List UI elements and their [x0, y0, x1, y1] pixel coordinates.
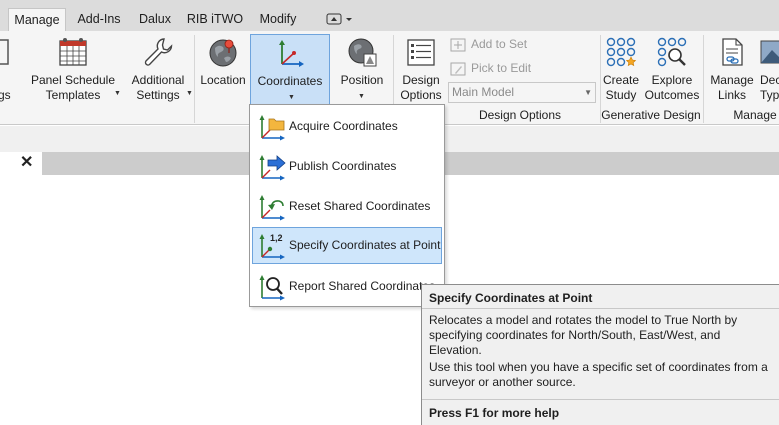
- tab-dalux[interactable]: Dalux: [132, 8, 178, 31]
- ribbon-separator: [703, 35, 704, 123]
- panel-schedule-icon: [59, 38, 87, 66]
- globe-pin-icon: [209, 39, 237, 67]
- position-button[interactable]: Position ▼: [334, 34, 390, 105]
- manage-links-label-1: Manage: [710, 73, 754, 87]
- partial-settings-icon: [0, 39, 9, 65]
- ribbon-separator: [194, 35, 195, 123]
- panel-label-design-options: Design Options: [478, 108, 562, 122]
- partial-right-button[interactable]: Dec Typ: [758, 34, 779, 105]
- specify-coordinates-icon: 1,2: [259, 233, 285, 260]
- tab-manage[interactable]: Manage: [8, 8, 66, 31]
- tab-rib-itwo[interactable]: RIB iTWO: [182, 8, 248, 31]
- reset-coordinates-label: Reset Shared Coordinates: [289, 199, 431, 213]
- manage-links-label-2: Links: [717, 88, 746, 102]
- explore-outcomes-icon: [657, 37, 687, 67]
- coordinates-label: Coordinates: [257, 74, 323, 88]
- chevron-down-icon: ▼: [358, 93, 365, 100]
- panel-schedule-label-1: Panel Schedule: [30, 73, 116, 87]
- tooltip-specify-coordinates: Specify Coordinates at Point Relocates a…: [421, 284, 779, 425]
- chevron-down-icon: ▼: [114, 90, 121, 97]
- create-study-button[interactable]: Create Study: [601, 34, 641, 105]
- menu-item-acquire-coordinates[interactable]: Acquire Coordinates: [252, 108, 442, 145]
- partial-right-label-1: Dec: [760, 73, 779, 87]
- panel-label-generative-design: Generative Design: [601, 108, 701, 122]
- tooltip-help-hint: Press F1 for more help: [429, 406, 560, 420]
- coordinates-dropdown-menu: Acquire Coordinates Publish Coordinates …: [249, 104, 445, 307]
- pick-to-edit-icon: [450, 62, 466, 76]
- manage-links-button[interactable]: Manage Links: [706, 34, 758, 105]
- tab-modify[interactable]: Modify: [252, 8, 304, 31]
- tooltip-divider: [422, 308, 779, 309]
- additional-settings-button[interactable]: Additional Settings ▼: [124, 34, 193, 105]
- add-to-set-icon: [450, 38, 466, 52]
- publish-coordinates-icon: [259, 155, 286, 181]
- report-coordinates-icon: [259, 275, 285, 301]
- chevron-down-icon: ▼: [186, 90, 193, 97]
- panel-label-manage: Manage: [733, 108, 777, 122]
- acquire-coordinates-icon: [259, 115, 285, 141]
- create-study-label-1: Create: [602, 73, 640, 87]
- partial-right-label-2: Typ: [760, 88, 779, 102]
- location-label: Location: [200, 73, 246, 87]
- manage-links-icon: [722, 38, 743, 66]
- design-options-icon: [407, 39, 435, 66]
- wrench-icon: [144, 38, 173, 66]
- specify-coordinates-label: Specify Coordinates at Point: [289, 238, 441, 252]
- partial-left-button[interactable]: gs: [0, 34, 18, 105]
- location-button[interactable]: Location: [197, 34, 249, 105]
- panel-schedule-templates-button[interactable]: Panel Schedule Templates ▼: [26, 34, 121, 105]
- add-to-set-button[interactable]: Add to Set: [450, 34, 527, 54]
- reset-coordinates-icon: [259, 195, 285, 221]
- explore-outcomes-label-1: Explore: [651, 73, 693, 87]
- tooltip-description: Relocates a model and rotates the model …: [429, 313, 738, 357]
- coordinates-button[interactable]: Coordinates ▼: [250, 34, 330, 105]
- coordinates-axes-icon: [279, 40, 304, 67]
- position-globe-icon: [348, 38, 377, 67]
- panel-schedule-label-2: Templates: [45, 88, 101, 102]
- create-study-label-2: Study: [605, 88, 637, 102]
- design-option-combo[interactable]: Main Model ▼: [448, 82, 596, 103]
- tooltip-usage-note: Use this tool when you have a specific s…: [429, 360, 768, 389]
- additional-settings-label-2: Settings: [136, 88, 180, 102]
- design-options-button[interactable]: Design Options: [396, 34, 446, 105]
- acquire-coordinates-label: Acquire Coordinates: [289, 119, 398, 133]
- chevron-down-icon: ▼: [288, 94, 295, 101]
- pick-to-edit-label: Pick to Edit: [471, 61, 532, 75]
- tooltip-divider: [422, 399, 779, 400]
- menu-item-reset-shared-coordinates[interactable]: Reset Shared Coordinates: [252, 188, 442, 225]
- tooltip-title: Specify Coordinates at Point: [429, 291, 593, 305]
- chevron-down-icon: ▼: [584, 88, 592, 97]
- ribbon-tab-bar: Manage Add-Ins Dalux RIB iTWO Modify: [0, 0, 779, 31]
- tab-add-ins[interactable]: Add-Ins: [70, 8, 128, 31]
- menu-item-report-shared-coordinates[interactable]: Report Shared Coordinates: [252, 268, 442, 305]
- view-tab[interactable]: ✕: [0, 152, 42, 175]
- additional-settings-label-1: Additional: [131, 73, 185, 87]
- add-to-set-label: Add to Set: [471, 37, 528, 51]
- menu-item-publish-coordinates[interactable]: Publish Coordinates: [252, 148, 442, 185]
- design-options-label-1: Design: [402, 73, 440, 87]
- design-options-label-2: Options: [400, 88, 442, 102]
- menu-item-specify-coordinates-at-point[interactable]: 1,2 Specify Coordinates at Point: [252, 227, 442, 264]
- specify-badge-text: 1,2: [270, 233, 283, 243]
- design-option-value: Main Model: [452, 85, 515, 99]
- close-icon[interactable]: ✕: [20, 155, 33, 171]
- partial-image-icon: [760, 40, 779, 64]
- explore-outcomes-button[interactable]: Explore Outcomes: [644, 34, 700, 105]
- pick-to-edit-button[interactable]: Pick to Edit: [450, 58, 531, 78]
- publish-coordinates-label: Publish Coordinates: [289, 159, 397, 173]
- position-label: Position: [340, 73, 384, 87]
- report-coordinates-label: Report Shared Coordinates: [289, 279, 436, 293]
- partial-left-label: gs: [0, 88, 11, 102]
- explore-outcomes-label-2: Outcomes: [644, 88, 700, 102]
- create-study-icon: [606, 37, 637, 67]
- ribbon-minimize-toggle-icon[interactable]: [326, 12, 356, 26]
